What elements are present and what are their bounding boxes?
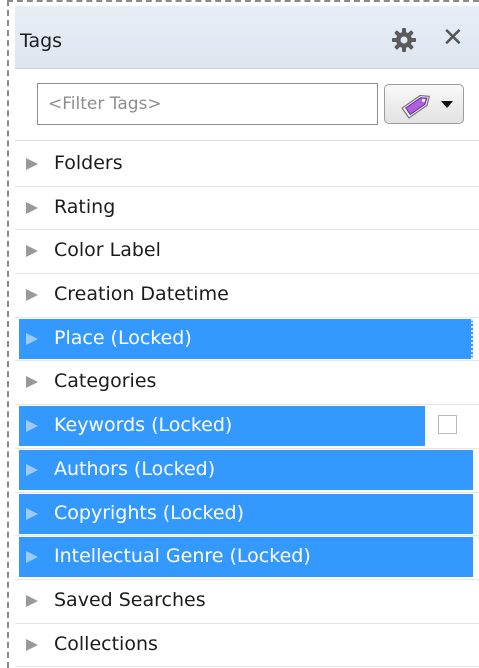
tag-row-keywords[interactable]: Keywords (Locked) bbox=[15, 405, 479, 449]
expand-arrow-icon[interactable] bbox=[26, 638, 38, 651]
panel-header: Tags ✕ bbox=[15, 6, 479, 69]
tag-row-color-label[interactable]: Color Label bbox=[15, 230, 479, 275]
chevron-down-icon bbox=[441, 101, 453, 108]
expand-arrow-icon[interactable] bbox=[26, 507, 38, 520]
tag-row-authors[interactable]: Authors (Locked) bbox=[15, 449, 479, 493]
filter-tags-input[interactable] bbox=[37, 83, 378, 125]
tag-row-collections[interactable]: Collections bbox=[15, 624, 479, 668]
tag-label: Collections bbox=[54, 632, 158, 655]
tag-icon bbox=[401, 94, 431, 119]
tag-row-copyrights[interactable]: Copyrights (Locked) bbox=[15, 493, 479, 537]
expand-arrow-icon[interactable] bbox=[26, 289, 38, 302]
expand-arrow-icon[interactable] bbox=[26, 420, 38, 433]
tag-label: Keywords (Locked) bbox=[54, 414, 233, 437]
tag-label: Creation Datetime bbox=[54, 283, 229, 306]
panel-drag-border-left bbox=[7, 0, 9, 668]
tag-row-place[interactable]: Place (Locked) bbox=[15, 318, 479, 362]
expand-arrow-icon[interactable] bbox=[26, 594, 38, 607]
expand-arrow-icon[interactable] bbox=[26, 332, 38, 345]
tag-row-categories[interactable]: Categories bbox=[15, 361, 479, 406]
tag-label: Categories bbox=[54, 370, 157, 393]
close-icon[interactable]: ✕ bbox=[442, 25, 464, 51]
expand-arrow-icon[interactable] bbox=[26, 376, 38, 389]
tag-label: Place (Locked) bbox=[54, 326, 192, 349]
expand-arrow-icon[interactable] bbox=[26, 158, 38, 170]
tag-label: Saved Searches bbox=[54, 588, 206, 611]
expand-arrow-icon[interactable] bbox=[26, 245, 38, 258]
tag-row-creation-datetime[interactable]: Creation Datetime bbox=[15, 274, 479, 318]
tag-row-intellectual-genre[interactable]: Intellectual Genre (Locked) bbox=[15, 536, 479, 580]
tag-label: Authors (Locked) bbox=[54, 457, 216, 480]
tag-label: Rating bbox=[54, 195, 116, 218]
tag-row-rating[interactable]: Rating bbox=[15, 187, 479, 231]
panel-title: Tags bbox=[20, 30, 63, 52]
divider bbox=[15, 140, 479, 141]
tag-label: Copyrights (Locked) bbox=[54, 501, 244, 524]
panel-drag-border-top bbox=[7, 0, 479, 2]
tag-label: Color Label bbox=[54, 239, 161, 262]
tags-panel: Tags ✕ <Filter Tags> Folders Rating Colo… bbox=[15, 6, 479, 668]
tag-row-folders[interactable]: Folders bbox=[15, 143, 479, 187]
tag-list: Folders Rating Color Label Creation Date… bbox=[15, 143, 479, 668]
tag-row-saved-searches[interactable]: Saved Searches bbox=[15, 580, 479, 624]
expand-arrow-icon[interactable] bbox=[26, 463, 38, 476]
tag-label: Intellectual Genre (Locked) bbox=[54, 545, 311, 568]
expand-arrow-icon[interactable] bbox=[26, 201, 38, 214]
gear-icon[interactable] bbox=[391, 27, 417, 53]
tag-label: Folders bbox=[54, 152, 123, 174]
tag-menu-button[interactable] bbox=[384, 84, 464, 124]
keywords-checkbox[interactable] bbox=[438, 415, 457, 435]
expand-arrow-icon[interactable] bbox=[26, 551, 38, 564]
